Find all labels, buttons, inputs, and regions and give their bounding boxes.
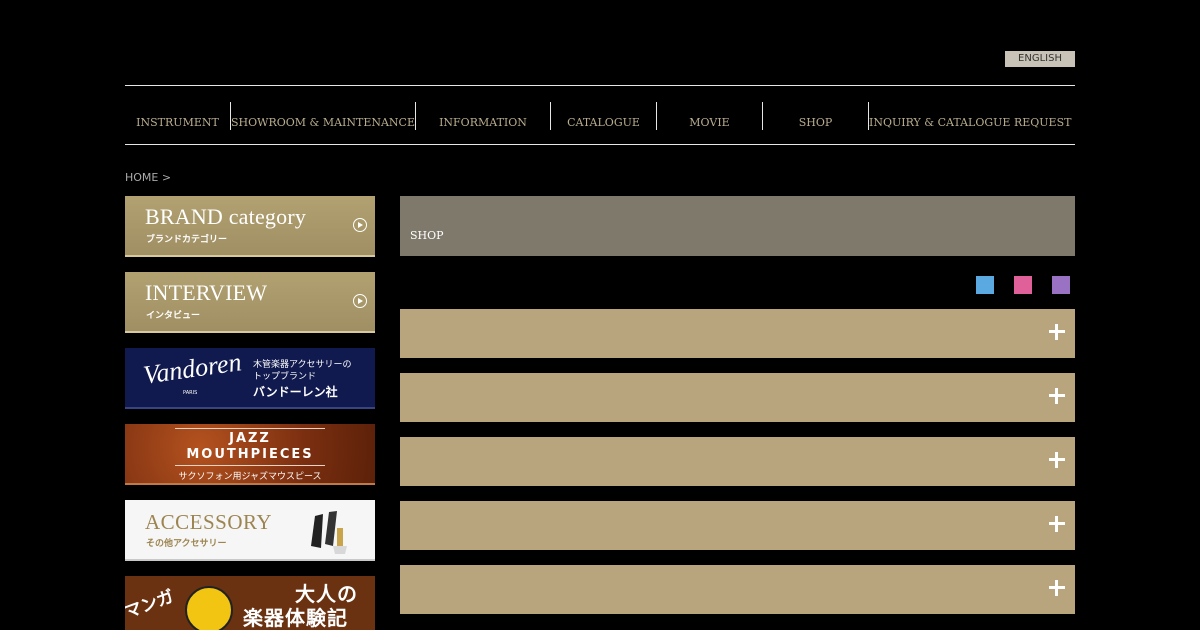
- nav-item-inquiry[interactable]: INQUIRY & CATALOGUE REQUEST: [869, 86, 1071, 144]
- color-swatch-pink[interactable]: [1014, 276, 1032, 294]
- jazz-mouthpieces-banner[interactable]: JAZZ MOUTHPIECES サクソフォン用ジャズマウスピース: [125, 424, 375, 485]
- nav-bottom-divider: [125, 144, 1075, 145]
- banner-rule: [175, 428, 325, 429]
- interview-banner[interactable]: INTERVIEW インタビュー: [125, 272, 375, 333]
- manga-title-line2: 楽器体験記: [243, 606, 348, 630]
- accessory-title: ACCESSORY: [145, 510, 273, 534]
- plus-icon[interactable]: [1049, 388, 1065, 404]
- accessory-subtitle: その他アクセサリー: [146, 539, 227, 549]
- page-title: SHOP: [410, 229, 444, 242]
- brand-category-subtitle: ブランドカテゴリー: [146, 235, 228, 245]
- vandoren-text-line2: トップブランド: [253, 372, 317, 382]
- banner-rule: [175, 465, 325, 466]
- accordion-item[interactable]: [400, 501, 1075, 550]
- mouthpieces-title: MOUTHPIECES: [186, 447, 314, 462]
- plus-icon[interactable]: [1049, 452, 1065, 468]
- color-swatch-blue[interactable]: [976, 276, 994, 294]
- nav-item-catalogue[interactable]: CATALOGUE: [551, 86, 656, 144]
- plus-icon[interactable]: [1049, 580, 1065, 596]
- plus-icon[interactable]: [1049, 324, 1065, 340]
- shop-header: SHOP: [400, 196, 1075, 256]
- play-circle-icon: [353, 218, 367, 232]
- jazz-subtitle: サクソフォン用ジャズマウスピース: [178, 472, 322, 482]
- accordion-item[interactable]: [400, 565, 1075, 614]
- vandoren-text-line3: バンドーレン社: [253, 385, 338, 399]
- nav-item-instrument[interactable]: INSTRUMENT: [125, 86, 230, 144]
- vandoren-paris-label: PARIS: [183, 390, 198, 396]
- plus-icon[interactable]: [1049, 516, 1065, 532]
- accordion-item[interactable]: [400, 373, 1075, 422]
- main-nav: INSTRUMENT SHOWROOM & MAINTENANCE INFORM…: [125, 86, 1075, 144]
- brand-category-banner[interactable]: BRAND category ブランドカテゴリー: [125, 196, 375, 257]
- jazz-title: JAZZ: [229, 431, 271, 446]
- vandoren-logo: Vandoren: [141, 348, 244, 390]
- play-circle-icon: [353, 294, 367, 308]
- vandoren-banner[interactable]: Vandoren PARIS 木管楽器アクセサリーの トップブランド バンドーレ…: [125, 348, 375, 409]
- nav-item-movie[interactable]: MOVIE: [657, 86, 762, 144]
- nav-item-information[interactable]: INFORMATION: [416, 86, 550, 144]
- manga-banner[interactable]: マンガ 大人の 楽器体験記: [125, 576, 375, 630]
- interview-subtitle: インタビュー: [146, 311, 201, 321]
- interview-title: INTERVIEW: [145, 280, 268, 305]
- brand-category-title: BRAND category: [145, 204, 307, 229]
- nav-item-shop[interactable]: SHOP: [763, 86, 868, 144]
- color-swatch-purple[interactable]: [1052, 276, 1070, 294]
- accessory-banner[interactable]: ACCESSORY その他アクセサリー: [125, 500, 375, 561]
- nav-item-showroom[interactable]: SHOWROOM & MAINTENANCE: [231, 86, 415, 144]
- accordion-item[interactable]: [400, 437, 1075, 486]
- english-button[interactable]: ENGLISH: [1005, 51, 1075, 67]
- mouthpiece-image: [311, 511, 347, 554]
- manga-tag: マンガ: [125, 586, 177, 623]
- smiley-face-icon: [185, 586, 233, 630]
- breadcrumb-home[interactable]: HOME >: [125, 171, 171, 184]
- accordion-item[interactable]: [400, 309, 1075, 358]
